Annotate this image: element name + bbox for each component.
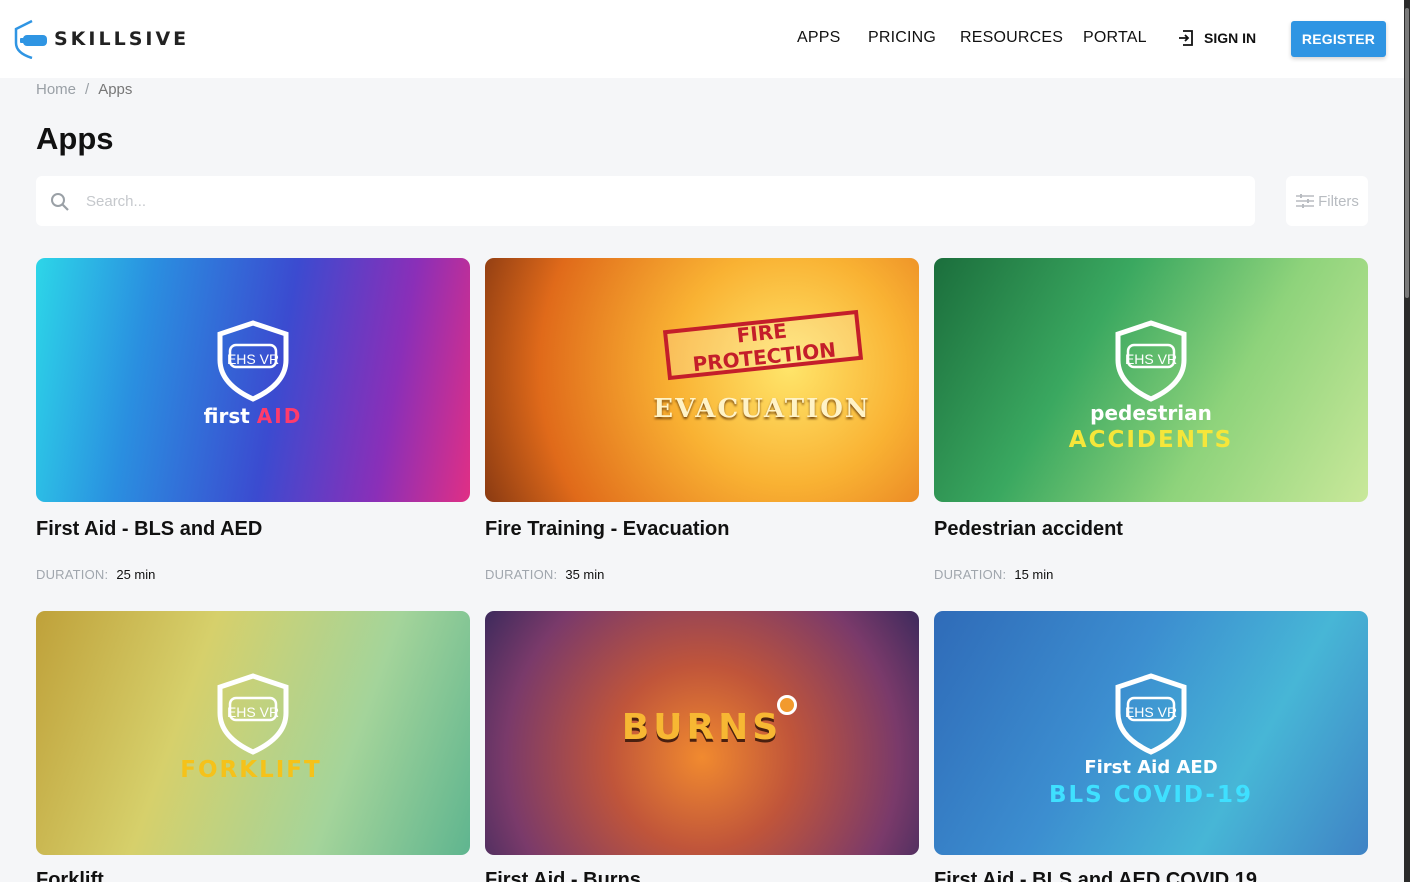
- breadcrumb-separator: /: [85, 81, 90, 98]
- art-title: first AID: [36, 404, 470, 428]
- duration-value: 35 min: [565, 567, 605, 582]
- art-line1: pedestrian: [1090, 401, 1212, 425]
- art-badge: EHS VR: [226, 351, 280, 367]
- art-line2: BURNS: [621, 707, 783, 748]
- page-scrollbar[interactable]: [1404, 0, 1410, 882]
- thumbnail-art: BURNS: [485, 611, 919, 855]
- art-badge: EHS VR: [226, 704, 280, 720]
- app-card[interactable]: EHS VR first AID First Aid - BLS and AED…: [36, 258, 470, 582]
- art-line2: ACCIDENTS: [1068, 427, 1234, 453]
- nav-pricing[interactable]: PRICING: [868, 29, 936, 47]
- thumbnail-art: FIRE PROTECTION EVACUATION: [485, 258, 919, 502]
- search-bar: [36, 176, 1255, 226]
- app-card[interactable]: EHS VR pedestrian ACCIDENTS Pedestrian a…: [934, 258, 1368, 582]
- duration-label: DURATION:: [36, 567, 109, 582]
- art-line1-accent: AID: [256, 404, 303, 428]
- thumbnail-art: EHS VR First Aid AED BLS COVID-19: [934, 611, 1368, 855]
- page-title: Apps: [36, 121, 114, 156]
- site-header: SKILLSIVE APPS PRICING RESOURCES PORTAL …: [0, 0, 1404, 78]
- duration-value: 25 min: [116, 567, 156, 582]
- fire-protection-stamp: FIRE PROTECTION: [662, 309, 864, 381]
- app-thumbnail[interactable]: EHS VR FORKLIFT: [36, 611, 470, 855]
- app-title[interactable]: First Aid - BLS and AED COVID 19: [934, 869, 1257, 882]
- art-badge: EHS VR: [1124, 351, 1178, 367]
- app-title[interactable]: First Aid - BLS and AED: [36, 518, 262, 541]
- art-line2: EVACUATION: [653, 394, 871, 424]
- flame-dot-icon: [777, 695, 797, 715]
- app-title[interactable]: Pedestrian accident: [934, 518, 1123, 541]
- app-title[interactable]: First Aid - Burns: [485, 869, 641, 882]
- register-button[interactable]: REGISTER: [1291, 21, 1386, 57]
- app-card[interactable]: EHS VR First Aid AED BLS COVID-19 First …: [934, 611, 1368, 882]
- breadcrumb-home[interactable]: Home: [36, 81, 76, 98]
- app-card[interactable]: FIRE PROTECTION EVACUATION Fire Training…: [485, 258, 919, 582]
- breadcrumb: Home / Apps: [36, 81, 132, 98]
- app-title[interactable]: Forklift: [36, 869, 104, 882]
- duration-value: 15 min: [1014, 567, 1054, 582]
- sign-in-icon: [1179, 30, 1193, 46]
- sign-in-label: SIGN IN: [1204, 30, 1257, 46]
- filters-button[interactable]: Filters: [1286, 176, 1368, 226]
- breadcrumb-current: Apps: [98, 81, 133, 98]
- duration-label: DURATION:: [934, 567, 1007, 582]
- app-thumbnail[interactable]: BURNS: [485, 611, 919, 855]
- art-badge: EHS VR: [1124, 704, 1178, 720]
- art-line2: FORKLIFT: [180, 757, 322, 783]
- sliders-icon: [1296, 194, 1315, 208]
- app-title[interactable]: Fire Training - Evacuation: [485, 518, 730, 541]
- app-card[interactable]: BURNS First Aid - Burns: [485, 611, 919, 882]
- art-line1: First Aid AED: [1084, 757, 1218, 778]
- app-thumbnail[interactable]: FIRE PROTECTION EVACUATION: [485, 258, 919, 502]
- nav-apps[interactable]: APPS: [797, 29, 841, 47]
- sign-in-button[interactable]: SIGN IN: [1177, 29, 1256, 47]
- scrollbar-thumb[interactable]: [1405, 8, 1409, 298]
- app-thumbnail[interactable]: EHS VR pedestrian ACCIDENTS: [934, 258, 1368, 502]
- thumbnail-art: EHS VR first AID: [36, 258, 470, 502]
- nav-resources[interactable]: RESOURCES: [960, 29, 1063, 47]
- app-duration: DURATION: 25 min: [36, 567, 155, 582]
- app-duration: DURATION: 35 min: [485, 567, 604, 582]
- duration-label: DURATION:: [485, 567, 558, 582]
- app-duration: DURATION: 15 min: [934, 567, 1053, 582]
- thumbnail-art: EHS VR pedestrian ACCIDENTS: [934, 258, 1368, 502]
- filters-label: Filters: [1318, 192, 1359, 210]
- art-line2: BLS COVID-19: [1048, 782, 1253, 808]
- app-thumbnail[interactable]: EHS VR first AID: [36, 258, 470, 502]
- thumbnail-art: EHS VR FORKLIFT: [36, 611, 470, 855]
- search-icon: [51, 193, 69, 211]
- app-card[interactable]: EHS VR FORKLIFT Forklift: [36, 611, 470, 882]
- search-input[interactable]: [86, 188, 1226, 214]
- app-thumbnail[interactable]: EHS VR First Aid AED BLS COVID-19: [934, 611, 1368, 855]
- art-line1: first: [203, 404, 250, 428]
- nav-portal[interactable]: PORTAL: [1083, 29, 1147, 47]
